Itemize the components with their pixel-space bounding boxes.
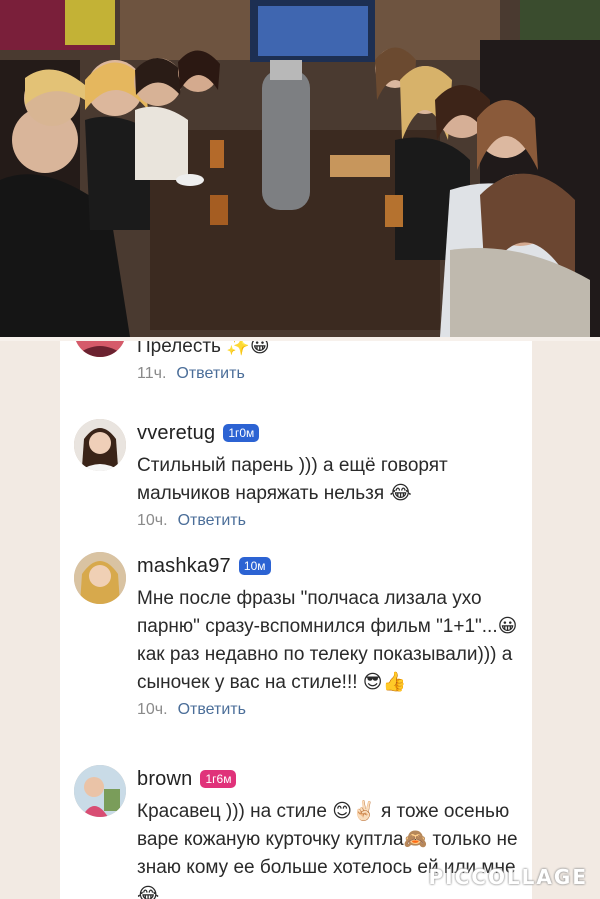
comment-time: 10ч. (137, 512, 168, 529)
avatar[interactable] (74, 765, 126, 817)
account-age-badge: 1г0м (223, 424, 260, 442)
reply-button[interactable]: Ответить (178, 512, 246, 529)
comment-text: Прелесть ✨😀 (137, 341, 270, 357)
comment-text: Стильный парень ))) а ещё говорят мальчи… (137, 455, 448, 504)
group-photo (0, 0, 600, 337)
comments-panel: Прелесть ✨😀 11ч. Ответить vveretug 1г0м С… (60, 341, 532, 899)
reply-button[interactable]: Ответить (178, 701, 246, 718)
comment-meta: 10ч. Ответить (137, 512, 524, 530)
comment-text: Мне после фразы "полчаса лизала ухо парн… (137, 588, 518, 693)
account-age-badge: 10м (238, 557, 271, 575)
comment-username[interactable]: brown (137, 768, 192, 791)
reply-button[interactable]: Ответить (176, 365, 244, 382)
avatar[interactable] (74, 419, 126, 471)
comment-meta: 11ч. Ответить (137, 365, 524, 383)
comment-username[interactable]: mashka97 (137, 555, 231, 578)
avatar[interactable] (74, 341, 126, 357)
comment-username[interactable]: vveretug (137, 422, 215, 445)
account-age-badge: 1г6м (200, 770, 237, 788)
comment-time: 10ч. (137, 701, 168, 718)
comment-time: 11ч. (137, 365, 167, 382)
comment-meta: 10ч. Ответить (137, 701, 524, 719)
piccollage-watermark: PICCOLLAGE (428, 865, 588, 889)
avatar[interactable] (74, 552, 126, 604)
